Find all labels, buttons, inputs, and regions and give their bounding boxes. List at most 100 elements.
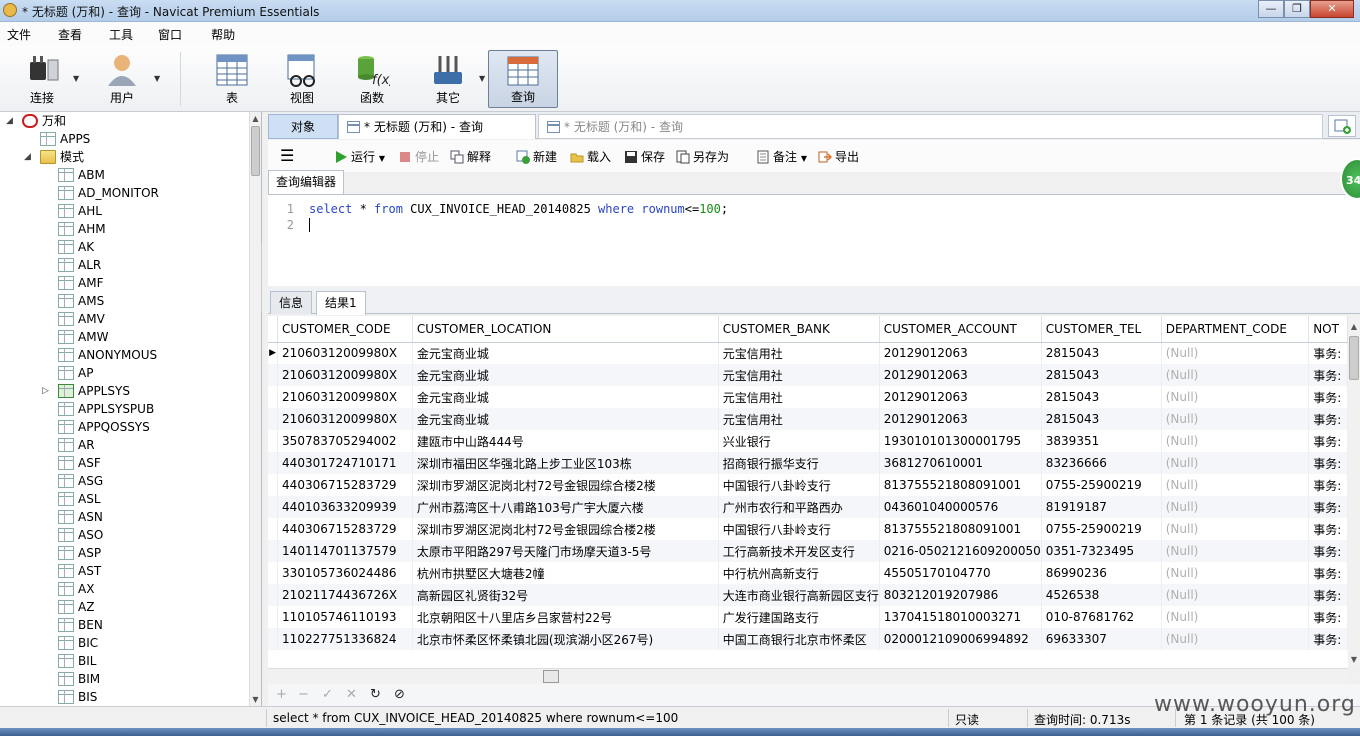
new-tab-button[interactable] bbox=[1328, 115, 1356, 137]
apply-changes-icon[interactable]: ✓ bbox=[322, 687, 333, 702]
current-row-pointer-icon[interactable]: ▶ bbox=[268, 342, 279, 364]
table-button[interactable]: 表 bbox=[208, 50, 256, 108]
table-cell[interactable]: 建瓯市中山路444号 bbox=[412, 430, 719, 452]
table-cell[interactable]: 深圳市罗湖区泥岗北村72号金银园综合楼2楼 bbox=[412, 518, 719, 540]
table-cell[interactable]: 20129012063 bbox=[879, 364, 1042, 386]
table-cell[interactable]: 元宝信用社 bbox=[718, 364, 880, 386]
collapse-icon[interactable]: ◢ bbox=[6, 112, 13, 130]
table-cell[interactable]: 兴业银行 bbox=[718, 430, 880, 452]
tree-schemas[interactable]: ◢ 模式 bbox=[24, 148, 84, 166]
table-cell[interactable]: 20129012063 bbox=[879, 408, 1042, 430]
table-cell[interactable]: 北京朝阳区十八里店乡吕家营村22号 bbox=[412, 606, 719, 628]
table-row[interactable]: 21060312009980X 金元宝商业城 元宝信用社 20129012063 281… bbox=[268, 386, 1348, 408]
table-cell[interactable]: 21060312009980X bbox=[277, 386, 413, 408]
row-indicator[interactable] bbox=[268, 364, 279, 386]
table-cell[interactable]: 广州市农行和平路西办 bbox=[718, 496, 880, 518]
tree-schema-item[interactable]: AHM bbox=[58, 220, 106, 238]
table-cell[interactable]: 事务: bbox=[1308, 364, 1348, 386]
table-cell[interactable]: 20129012063 bbox=[879, 342, 1042, 364]
column-header[interactable]: DEPARTMENT_CODE bbox=[1161, 316, 1310, 343]
save-button[interactable]: 保存 bbox=[624, 148, 665, 165]
table-row[interactable]: ▶ 21060312009980X 金元宝商业城 元宝信用社 20129012063 28… bbox=[268, 342, 1348, 364]
tree-schema-item[interactable]: AHL bbox=[58, 202, 102, 220]
load-button[interactable]: 载入 bbox=[570, 148, 611, 165]
tree-schema-item[interactable]: ANONYMOUS bbox=[58, 346, 157, 364]
table-cell[interactable]: 043601040000576 bbox=[879, 496, 1042, 518]
tab-result-1[interactable]: 结果1 bbox=[316, 291, 366, 315]
table-row[interactable]: 440301724710171 深圳市福田区华强北路上步工业区103栋 招商银行振华… bbox=[268, 452, 1348, 474]
table-cell[interactable]: 4526538 bbox=[1041, 584, 1162, 606]
function-button[interactable]: f(x) 函数 bbox=[348, 50, 396, 108]
table-cell[interactable]: 21060312009980X bbox=[277, 342, 413, 364]
table-cell[interactable]: 440301724710171 bbox=[277, 452, 413, 474]
export-button[interactable]: 导出 bbox=[818, 148, 859, 165]
menu-tools[interactable]: 工具 bbox=[95, 22, 146, 46]
table-cell[interactable]: (Null) bbox=[1161, 474, 1310, 496]
connect-dropdown-icon[interactable]: ▼ bbox=[73, 74, 79, 83]
tree-scrollbar[interactable]: ▲ ▼ bbox=[249, 112, 261, 706]
table-cell[interactable]: 010-87681762 bbox=[1041, 606, 1162, 628]
tree-schema-item[interactable]: APPQOSSYS bbox=[58, 418, 150, 436]
table-cell[interactable]: 事务: bbox=[1308, 540, 1348, 562]
table-cell[interactable]: (Null) bbox=[1161, 342, 1310, 364]
row-indicator[interactable] bbox=[268, 518, 279, 540]
tree-schema-item[interactable]: ASF bbox=[58, 454, 101, 472]
table-cell[interactable]: 广发行建国路支行 bbox=[718, 606, 880, 628]
row-indicator[interactable] bbox=[268, 386, 279, 408]
table-cell[interactable]: 0200012109006994892 bbox=[879, 628, 1042, 650]
scroll-up-icon[interactable]: ▲ bbox=[250, 114, 261, 123]
tree-schema-item[interactable]: AD_MONITOR bbox=[58, 184, 159, 202]
table-cell[interactable]: (Null) bbox=[1161, 540, 1310, 562]
tree-schema-item[interactable]: ▷ APPLSYS bbox=[42, 382, 130, 400]
menu-help[interactable]: 帮助 bbox=[195, 22, 248, 46]
discard-changes-icon[interactable]: ✕ bbox=[346, 687, 357, 702]
stop-button[interactable]: 停止 bbox=[398, 148, 439, 165]
table-cell[interactable]: 83236666 bbox=[1041, 452, 1162, 474]
table-cell[interactable]: 金元宝商业城 bbox=[412, 386, 719, 408]
row-indicator[interactable] bbox=[268, 606, 279, 628]
table-cell[interactable]: 330105736024486 bbox=[277, 562, 413, 584]
table-row[interactable]: 440103633209939 广州市荔湾区十八甫路103号广宇大厦六楼 广州市农行… bbox=[268, 496, 1348, 518]
table-cell[interactable]: 事务: bbox=[1308, 386, 1348, 408]
table-cell[interactable]: (Null) bbox=[1161, 628, 1310, 650]
table-cell[interactable]: 21060312009980X bbox=[277, 408, 413, 430]
hamburger-menu-icon[interactable]: ☰ bbox=[280, 146, 294, 165]
table-row[interactable]: 330105736024486 杭州市拱墅区大塘巷2幢 中行杭州高新支行 455051… bbox=[268, 562, 1348, 584]
table-cell[interactable]: 事务: bbox=[1308, 628, 1348, 650]
menu-view[interactable]: 查看 bbox=[44, 22, 95, 46]
tree-schema-item[interactable]: AMV bbox=[58, 310, 105, 328]
table-cell[interactable]: 3681270610001 bbox=[879, 452, 1042, 474]
table-cell[interactable]: 事务: bbox=[1308, 342, 1348, 364]
query-button[interactable]: 查询 bbox=[488, 50, 558, 108]
scroll-down-icon[interactable]: ▼ bbox=[250, 695, 261, 704]
row-indicator[interactable] bbox=[268, 430, 279, 452]
table-cell[interactable]: 0755-25900219 bbox=[1041, 474, 1162, 496]
table-cell[interactable]: 事务: bbox=[1308, 452, 1348, 474]
table-cell[interactable]: 0755-25900219 bbox=[1041, 518, 1162, 540]
scrollbar-thumb[interactable] bbox=[1349, 336, 1359, 380]
row-indicator[interactable] bbox=[268, 474, 279, 496]
tab-query-inactive[interactable]: * 无标题 (万和) - 查询 bbox=[538, 114, 1323, 139]
table-cell[interactable]: 81919187 bbox=[1041, 496, 1162, 518]
collapse-icon[interactable]: ◢ bbox=[24, 148, 31, 166]
table-row[interactable]: 350783705294002 建瓯市中山路444号 兴业银行 19301010130… bbox=[268, 430, 1348, 452]
table-cell[interactable]: 中国银行八卦岭支行 bbox=[718, 518, 880, 540]
table-row[interactable]: 110105746110193 北京朝阳区十八里店乡吕家营村22号 广发行建国路支行… bbox=[268, 606, 1348, 628]
tree-schema-item[interactable]: AMF bbox=[58, 274, 103, 292]
stop-refresh-icon[interactable]: ⊘ bbox=[394, 687, 405, 702]
table-cell[interactable]: 803212019207986 bbox=[879, 584, 1042, 606]
table-cell[interactable]: 元宝信用社 bbox=[718, 408, 880, 430]
table-cell[interactable]: 高新园区礼贤街32号 bbox=[412, 584, 719, 606]
result-grid[interactable]: CUSTOMER_CODE CUSTOMER_LOCATION CUSTOMER_B… bbox=[268, 316, 1348, 668]
scroll-up-icon[interactable]: ▲ bbox=[1348, 322, 1360, 331]
table-cell[interactable]: 20129012063 bbox=[879, 386, 1042, 408]
table-cell[interactable]: 大连市商业银行高新园区支行 bbox=[718, 584, 880, 606]
grid-vertical-scrollbar[interactable]: ▲ ▼ bbox=[1348, 316, 1360, 668]
tree-schema-item[interactable]: ALR bbox=[58, 256, 101, 274]
run-button[interactable]: 运行 ▼ bbox=[334, 148, 385, 165]
column-header[interactable]: CUSTOMER_CODE bbox=[277, 316, 413, 343]
table-cell[interactable]: 事务: bbox=[1308, 518, 1348, 540]
column-header[interactable]: CUSTOMER_TEL bbox=[1041, 316, 1162, 343]
tab-query-editor[interactable]: 查询编辑器 bbox=[268, 170, 344, 195]
table-cell[interactable]: 太原市平阳路297号天隆门市场摩天道3-5号 bbox=[412, 540, 719, 562]
